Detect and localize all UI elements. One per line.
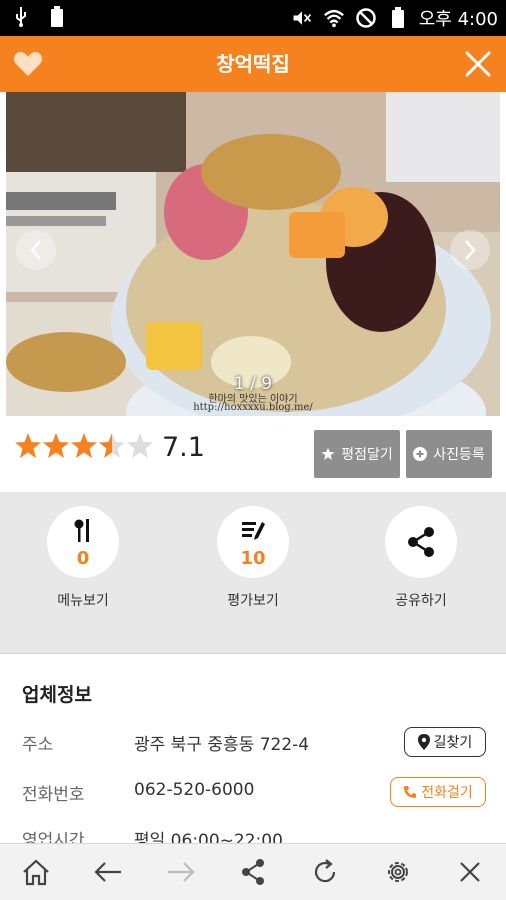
share-label: 공유하기: [395, 593, 447, 609]
address-value: 광주 북구 중흥동 722-4: [134, 735, 310, 755]
clock: 오후 4:00: [418, 9, 498, 30]
map-pin-icon: [417, 734, 430, 750]
star-empty-icon: [127, 433, 153, 458]
food-photo-carousel[interactable]: 1 / 9 한마의 맛있는 이야기 http://hoxxxxu.blog.me…: [6, 92, 500, 416]
forward-icon[interactable]: [161, 852, 201, 892]
home-icon[interactable]: [16, 852, 56, 892]
rating-score: 7.1: [162, 432, 205, 463]
menu-count: 0: [76, 548, 90, 569]
battery-full-icon: [46, 6, 68, 28]
star-half-icon: [99, 433, 125, 458]
address-label: 주소: [22, 735, 54, 755]
close-icon[interactable]: [462, 48, 494, 80]
refresh-icon[interactable]: [305, 852, 345, 892]
do-not-disturb-icon: [355, 7, 377, 29]
page-title: 창억떡집: [216, 52, 290, 76]
back-icon[interactable]: [88, 852, 128, 892]
phone-value: 062-520-6000: [134, 780, 255, 800]
call-button[interactable]: 전화걸기: [390, 777, 486, 807]
phone-icon: [404, 786, 417, 798]
rate-button[interactable]: 평점달기: [314, 430, 400, 478]
food-photo: [6, 92, 500, 416]
next-photo-button[interactable]: [450, 230, 490, 270]
share-icon[interactable]: [233, 852, 273, 892]
chevron-right-icon: [465, 240, 476, 260]
browser-bottom-bar: [0, 843, 506, 900]
menu-view-label: 메뉴보기: [57, 593, 109, 609]
usb-icon: [10, 6, 32, 28]
review-view-button[interactable]: 10 평가보기: [193, 506, 313, 610]
status-bar: 오후 4:00: [0, 0, 506, 36]
rate-button-label: 평점달기: [341, 447, 393, 463]
write-review-icon: [242, 522, 265, 540]
register-photo-button[interactable]: 사진등록: [406, 430, 492, 478]
star-icon: [43, 433, 69, 458]
share-button[interactable]: 공유하기: [361, 506, 481, 610]
directions-label: 길찾기: [433, 735, 473, 751]
menu-view-button[interactable]: 0 메뉴보기: [23, 506, 143, 610]
wifi-icon: [323, 7, 345, 29]
phone-label: 전화번호: [22, 785, 85, 805]
settings-icon[interactable]: [378, 852, 418, 892]
review-view-label: 평가보기: [227, 593, 279, 609]
close-icon[interactable]: [450, 852, 490, 892]
heart-icon[interactable]: [12, 48, 44, 80]
star-icon: [15, 433, 41, 458]
call-label: 전화걸기: [421, 785, 473, 801]
chevron-left-icon: [30, 240, 41, 260]
share-icon: [408, 527, 434, 557]
review-count: 10: [240, 548, 266, 569]
section-divider: [0, 624, 506, 654]
battery-icon: [387, 7, 409, 29]
star-rating: [14, 432, 154, 460]
utensils-icon: [74, 519, 89, 542]
register-photo-label: 사진등록: [433, 447, 485, 463]
star-icon: [71, 433, 97, 458]
photo-watermark-url: http://hoxxxxu.blog.me/: [193, 402, 313, 413]
business-info-title: 업체정보: [22, 684, 92, 706]
mute-icon: [291, 7, 313, 29]
plus-circle-icon: [413, 447, 428, 461]
directions-button[interactable]: 길찾기: [404, 727, 486, 757]
prev-photo-button[interactable]: [16, 230, 56, 270]
action-bar: 0 메뉴보기 10 평가보기 공유하기: [0, 492, 506, 624]
star-icon: [321, 447, 335, 460]
app-header: 창억떡집: [0, 36, 506, 92]
